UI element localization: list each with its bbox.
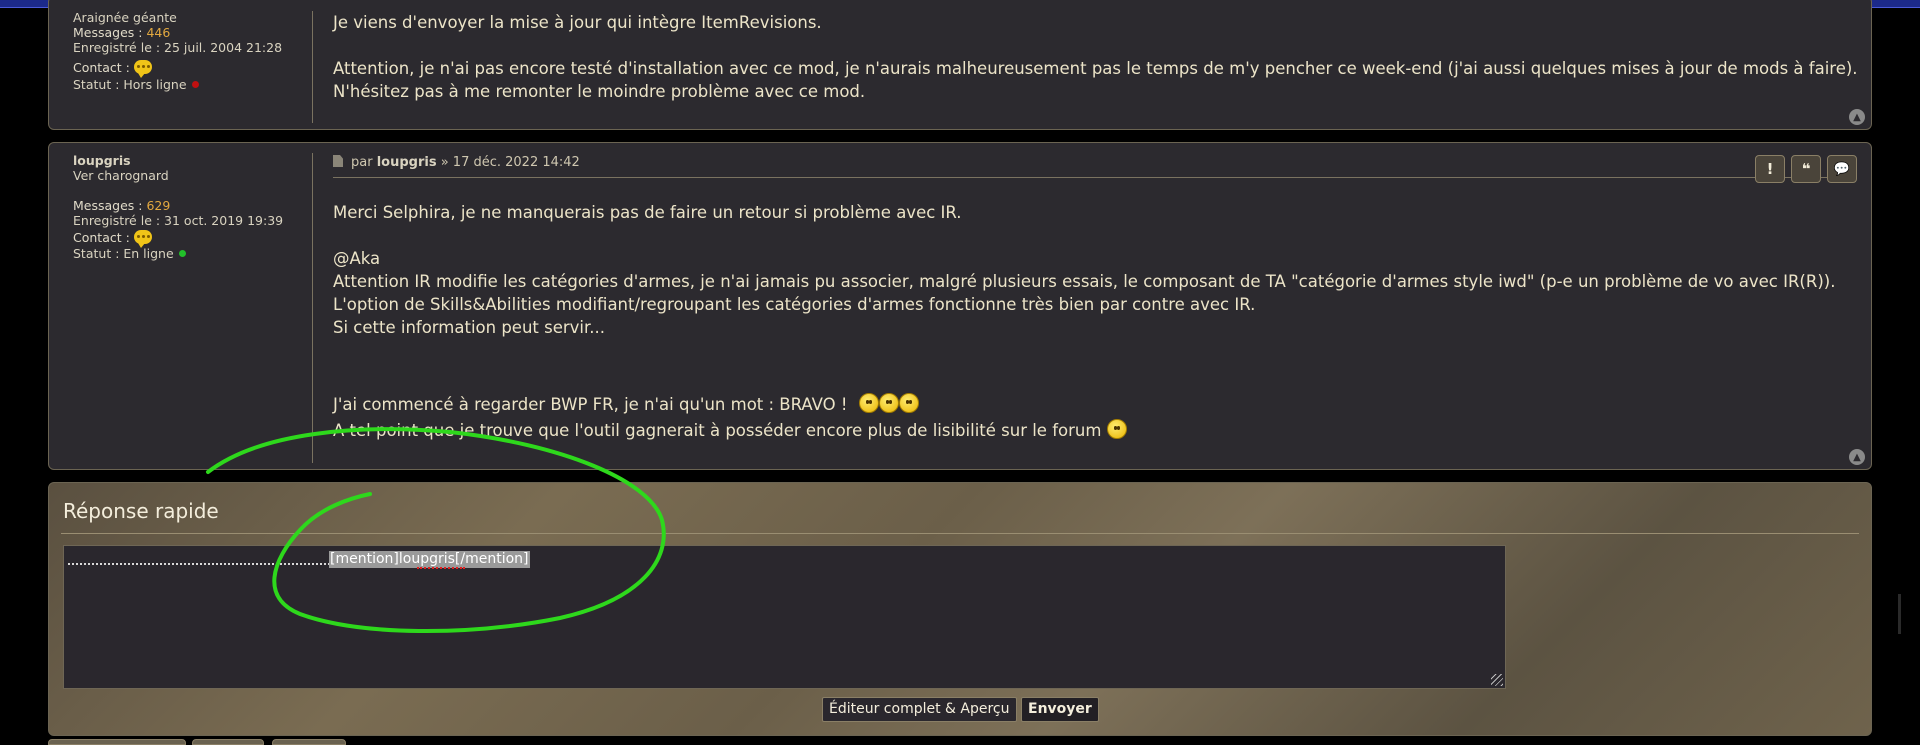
post-line: Merci Selphira, je ne manquerais pas de … [333,203,962,222]
meta-date: » 17 déc. 2022 14:42 [440,155,580,170]
status-text: Statut : En ligne [73,246,174,261]
caret-guide [68,563,330,565]
post-meta: par loupgris » 17 déc. 2022 14:42 [333,155,580,170]
registered-date: Enregistré le : 25 juil. 2004 21:28 [73,40,283,55]
post: loupgris Ver charognard Messages : 629 E… [48,142,1872,470]
online-dot-icon [178,250,186,257]
post-line: Attention, je n'ai pas encore testé d'in… [333,59,1858,78]
post-profile: Araignée géante Messages : 446 Enregistr… [73,10,311,92]
post-line: Je viens d'envoyer la mise à jour qui in… [333,13,822,32]
post-line [333,385,1847,393]
post-header-rule [333,177,1847,178]
bottom-tab[interactable] [272,739,346,745]
bottom-tab[interactable] [192,739,264,745]
reply-textarea[interactable]: [mention]loupgris[/mention] [63,545,1506,689]
messages-count[interactable]: 629 [146,198,170,213]
last-line-text: A tel point que je trouve que l'outil ga… [333,421,1102,440]
full-editor-button[interactable]: Éditeur complet & Aperçu [822,697,1017,722]
post-line: L'option de Skills&Abilities modifiant/r… [333,295,1256,314]
page-scrollbar[interactable] [1880,8,1920,744]
spellcheck-underline [417,567,465,569]
send-button[interactable]: Envoyer [1021,697,1099,722]
messages-label: Messages : [73,198,143,213]
resize-handle-icon[interactable] [1491,674,1503,686]
messages-count[interactable]: 446 [146,25,170,40]
post: Araignée géante Messages : 446 Enregistr… [48,0,1872,130]
happy-smiley-icon [1106,419,1127,439]
post-actions: ! ❝ 💬 [1755,155,1857,183]
report-button[interactable]: ! [1755,155,1785,183]
post-line [333,362,1847,385]
offline-dot-icon [191,81,199,88]
back-to-top-icon[interactable]: ▲ [1849,449,1865,465]
reply-textarea-value: [mention]loupgris[/mention] [329,551,530,568]
quick-reply-rule [61,533,1859,534]
quote-button[interactable]: ❝ [1791,155,1821,183]
post-line: @Aka [333,249,381,268]
speech-bubble-icon[interactable] [133,230,152,248]
grin-smiley-icon [878,393,899,413]
reply-button[interactable]: 💬 [1827,155,1857,183]
bottom-tab[interactable] [48,739,186,745]
meta-prefix: par [351,155,373,170]
post-line: Attention IR modifie les catégories d'ar… [333,272,1836,291]
post-line [333,339,1847,362]
contact-label: Contact : [73,230,130,245]
scrollbar-thumb[interactable] [1898,594,1901,634]
messages-label: Messages : [73,25,143,40]
bravo-text: J'ai commencé à regarder BWP FR, je n'ai… [333,395,848,414]
meta-author[interactable]: loupgris [377,155,437,170]
post-divider [312,11,313,123]
author-rank: Araignée géante [73,10,177,25]
author-name[interactable]: loupgris [73,153,311,168]
clapping-smiley-icon [858,393,879,413]
wink-smiley-icon [898,393,919,413]
post-line: Si cette information peut servir... [333,318,606,337]
post-line [333,224,1847,247]
post-content: Je viens d'envoyer la mise à jour qui in… [333,11,1858,103]
quick-reply-title: Réponse rapide [63,499,219,523]
post-divider [312,153,313,463]
post-line-bravo: J'ai commencé à regarder BWP FR, je n'ai… [333,393,1847,419]
post-line-last: A tel point que je trouve que l'outil ga… [333,419,1847,442]
document-icon[interactable] [333,155,343,167]
post-line: N'hésitez pas à me remonter le moindre p… [333,82,866,101]
author-rank: Ver charognard [73,168,169,183]
speech-bubble-icon[interactable] [133,60,152,78]
status-text: Statut : Hors ligne [73,77,187,92]
post-line [333,34,1847,57]
back-to-top-icon[interactable]: ▲ [1849,109,1865,125]
post-profile: loupgris Ver charognard Messages : 629 E… [73,153,311,261]
contact-label: Contact : [73,60,130,75]
quick-reply-panel: Réponse rapide [mention]loupgris[/mentio… [48,482,1872,736]
post-content: Merci Selphira, je ne manquerais pas de … [333,201,1847,442]
registered-date: Enregistré le : 31 oct. 2019 19:39 [73,213,284,228]
